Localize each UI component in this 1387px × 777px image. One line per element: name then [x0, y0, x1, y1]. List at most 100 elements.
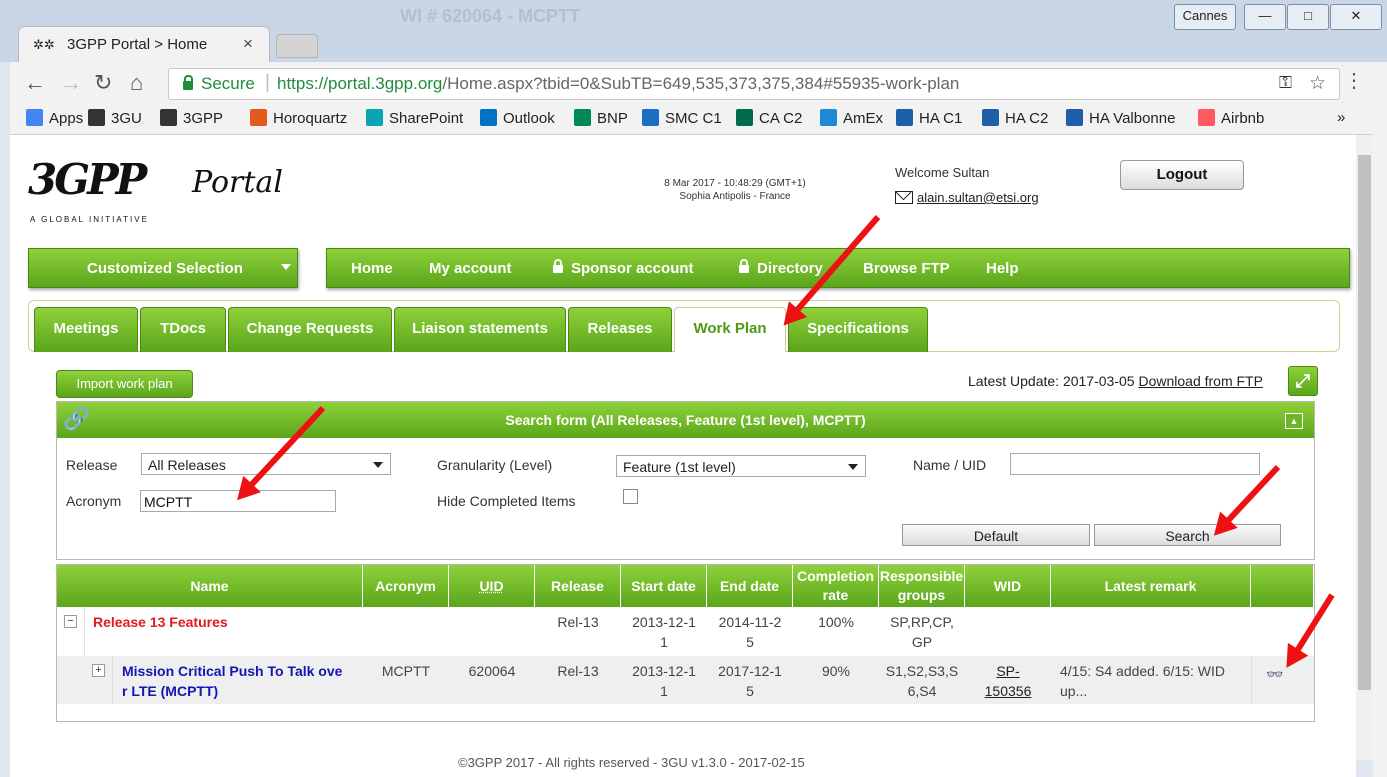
start-date-part: 2013-12-1: [632, 614, 696, 630]
view-details-glasses-icon[interactable]: 👓: [1266, 666, 1283, 683]
search-form-title: Search form (All Releases, Feature (1st …: [505, 412, 866, 428]
col-release-header: Release: [535, 565, 621, 607]
3gpp-icon: [160, 109, 177, 126]
remark-part: up...: [1060, 683, 1088, 699]
maximize-button[interactable]: □: [1287, 4, 1329, 30]
bookmark-item[interactable]: Airbnb: [1198, 109, 1264, 127]
groups-part: S1,S2,S3,S: [885, 663, 959, 679]
bookmark-star-icon[interactable]: ☆: [1309, 72, 1326, 95]
groups-cell: SP,RP,CP, GP: [879, 612, 965, 652]
address-bar[interactable]: Secure | https://portal.3gpp.org/Home.as…: [168, 68, 1340, 100]
bookmarks-overflow-icon[interactable]: »: [1337, 109, 1345, 126]
vertical-scrollbar[interactable]: [1356, 135, 1373, 760]
nav-home[interactable]: Home: [351, 260, 393, 277]
collapse-icon[interactable]: ▲: [1285, 413, 1303, 429]
server-datetime: 8 Mar 2017 - 10:48:29 (GMT+1) Sophia Ant…: [620, 177, 850, 203]
customized-selection-label: Customized Selection: [87, 260, 243, 277]
back-icon[interactable]: ←: [24, 70, 46, 96]
nav-help[interactable]: Help: [986, 260, 1019, 277]
col-uid-header[interactable]: UID: [449, 565, 535, 607]
import-work-plan-button[interactable]: Import work plan: [56, 370, 193, 398]
start-date-part: 2013-12-1: [632, 663, 696, 679]
remark-cell: 4/15: S4 added. 6/15: WID up...: [1060, 661, 1225, 701]
bookmark-item[interactable]: Horoquartz: [250, 109, 347, 127]
search-button[interactable]: Search: [1094, 524, 1281, 546]
url-host: https://portal.3gpp.org: [277, 74, 443, 93]
browser-tab[interactable]: ✲✲ 3GPP Portal > Home ×: [18, 26, 270, 63]
col-end-date-header: End date: [707, 565, 793, 607]
release-cell: Rel-13: [557, 614, 599, 630]
bookmark-item[interactable]: 3GPP: [160, 109, 223, 127]
wid-part: SP-: [996, 663, 1020, 679]
name-uid-input[interactable]: [1010, 453, 1260, 475]
expand-toggle-icon[interactable]: +: [92, 664, 105, 677]
bookmark-item[interactable]: HA Valbonne: [1066, 109, 1175, 127]
end-date-part: 5: [746, 634, 754, 650]
bookmark-label: Horoquartz: [273, 110, 348, 127]
hide-completed-label: Hide Completed Items: [437, 493, 576, 509]
nav-my-account[interactable]: My account: [429, 260, 512, 277]
minimize-button[interactable]: —: [1244, 4, 1286, 30]
bookmark-label: 3GU: [111, 110, 142, 127]
nav-directory[interactable]: Directory: [739, 259, 823, 277]
ha-icon: [896, 109, 913, 126]
work-item-name-link[interactable]: Mission Critical Push To Talk ove r LTE (…: [122, 661, 342, 701]
download-ftp-link[interactable]: Download from FTP: [1138, 373, 1262, 389]
tab-releases[interactable]: Releases: [568, 307, 672, 352]
email-link[interactable]: alain.sultan@etsi.org: [917, 190, 1039, 205]
nav-directory-label: Directory: [757, 260, 823, 277]
collapse-toggle-icon[interactable]: −: [64, 615, 77, 628]
bookmark-item[interactable]: HA C2: [982, 109, 1048, 127]
bookmark-item[interactable]: Apps: [26, 109, 83, 127]
release-cell: Rel-13: [557, 663, 599, 679]
tab-work-plan[interactable]: Work Plan: [674, 307, 786, 352]
bookmark-item[interactable]: 3GU: [88, 109, 142, 127]
home-icon[interactable]: ⌂: [130, 70, 143, 96]
groups-part: GP: [911, 634, 933, 650]
location-line: Sophia Antipolis - France: [679, 191, 791, 202]
nav-browse-ftp[interactable]: Browse FTP: [863, 260, 950, 277]
tab-meetings[interactable]: Meetings: [34, 307, 138, 352]
row-divider: [1251, 656, 1252, 704]
customized-selection-dropdown[interactable]: Customized Selection: [28, 248, 298, 288]
tab-close-icon[interactable]: ×: [243, 34, 253, 54]
logout-button[interactable]: Logout: [1120, 160, 1244, 190]
bookmark-item[interactable]: BNP: [574, 109, 628, 127]
release-group-name[interactable]: Release 13 Features: [93, 612, 228, 632]
new-tab-button[interactable]: [276, 34, 318, 58]
main-navigation: Home My account Sponsor account Director…: [326, 248, 1350, 288]
end-date-part: 2014-11-2: [718, 614, 782, 630]
wid-link[interactable]: SP- 150356: [965, 661, 1051, 701]
search-form-header[interactable]: 🔗 Search form (All Releases, Feature (1s…: [57, 402, 1314, 438]
table-row: + Mission Critical Push To Talk ove r LTE…: [57, 656, 1314, 704]
tab-liaison-statements[interactable]: Liaison statements: [394, 307, 566, 352]
bookmark-item[interactable]: SharePoint: [366, 109, 463, 127]
granularity-select[interactable]: Feature (1st level): [616, 455, 866, 477]
nav-sponsor-account[interactable]: Sponsor account: [553, 259, 694, 277]
bookmark-item[interactable]: SMC C1: [642, 109, 722, 127]
bookmark-label: CA C2: [759, 110, 803, 127]
reload-icon[interactable]: ↻: [94, 70, 112, 96]
tab-specifications[interactable]: Specifications: [788, 307, 928, 352]
window-titlebar: WI # 620064 - MCPTT Cannes — □ ✕ ✲✲ 3GPP…: [0, 0, 1387, 63]
default-button[interactable]: Default: [902, 524, 1090, 546]
bookmark-item[interactable]: HA C1: [896, 109, 962, 127]
scroll-thumb[interactable]: [1358, 155, 1371, 690]
welcome-text: Welcome Sultan: [895, 165, 990, 180]
end-date-part: 5: [746, 683, 754, 699]
url-text[interactable]: https://portal.3gpp.org/Home.aspx?tbid=0…: [277, 74, 959, 94]
close-window-button[interactable]: ✕: [1330, 4, 1382, 30]
tab-change-requests[interactable]: Change Requests: [228, 307, 392, 352]
fullscreen-icon[interactable]: ⤢: [1288, 366, 1318, 396]
bookmark-item[interactable]: Outlook: [480, 109, 555, 127]
bookmark-item[interactable]: CA C2: [736, 109, 802, 127]
hide-completed-checkbox[interactable]: [623, 489, 638, 504]
browser-menu-icon[interactable]: ⋮: [1344, 68, 1364, 93]
cannes-window-button[interactable]: Cannes: [1174, 4, 1236, 30]
forward-icon[interactable]: →: [60, 70, 82, 96]
3gpp-logo[interactable]: 3GPP A GLOBAL INITIATIVE: [28, 155, 147, 224]
bookmark-item[interactable]: AmEx: [820, 109, 883, 127]
key-icon[interactable]: ⚿: [1279, 73, 1292, 93]
url-separator: |: [265, 72, 270, 93]
tab-tdocs[interactable]: TDocs: [140, 307, 226, 352]
